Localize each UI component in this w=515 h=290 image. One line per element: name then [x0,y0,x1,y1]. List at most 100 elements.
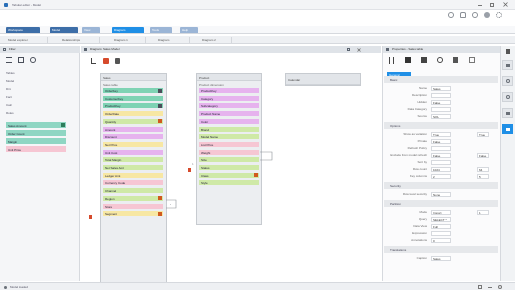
pin-icon[interactable] [115,58,120,64]
search-icon[interactable] [437,57,443,63]
sort-icon[interactable] [389,57,394,64]
doc-tab-diagram[interactable]: Diagram [156,37,190,43]
table-field[interactable]: List Price [199,141,259,147]
zoom-out-icon[interactable] [488,286,492,288]
measure-chip[interactable]: Margin [6,138,66,144]
tree-item[interactable]: Fact [6,95,12,101]
doc-tab-diagram-2[interactable]: Diagram 2 [200,37,232,43]
measure-chip[interactable]: Order Count [6,130,66,136]
table-field[interactable]: Total Margin [103,157,163,163]
ribbon-tab-workspace[interactable]: Workspace [6,27,40,33]
add-table-icon[interactable] [103,58,109,64]
property-value-field[interactable]: Sales [431,85,451,91]
tree-item[interactable]: Dim [6,87,11,93]
ribbon-tab-tools[interactable]: Tools [150,27,172,33]
property-value-field[interactable]: SQL [431,113,451,119]
property-section-header[interactable]: Translations [384,246,498,253]
table-field[interactable]: CustomerKey [103,95,163,101]
table-field[interactable]: Segment [103,211,163,217]
tree-item[interactable]: Calc [6,103,12,109]
grid-icon[interactable] [478,285,482,289]
measure-chip[interactable]: Unit Price [6,146,66,152]
ribbon-tab-help[interactable]: Help [180,27,198,33]
table-field[interactable]: Region [103,195,163,201]
help-icon[interactable] [472,12,478,18]
rail-button-search[interactable] [502,76,513,86]
property-value-field[interactable]: False [431,99,451,105]
table-field[interactable]: Net Price [103,141,163,147]
measure-chip[interactable]: Sales Amount [6,122,66,128]
property-value-field[interactable]: True [431,131,451,137]
table-node-calendar[interactable]: Calendar [285,73,361,86]
person-icon[interactable] [448,12,454,18]
ribbon-tab-view[interactable]: View [82,27,100,33]
category-icon[interactable] [405,57,411,63]
gear-icon[interactable] [496,12,502,18]
zoom-in-icon[interactable] [498,285,502,289]
rail-button-help[interactable] [502,92,513,102]
property-section-header[interactable]: Partition [384,200,498,207]
table-field[interactable]: ProductKey [103,103,163,109]
list-icon[interactable] [6,57,12,63]
property-value-field[interactable]: 1024 [431,166,451,172]
property-value-field[interactable] [431,106,451,112]
property-value-field[interactable]: 1 [477,209,489,215]
rail-button-properties[interactable] [502,60,513,70]
table-field[interactable]: Amount [103,126,163,132]
rail-button-diagram[interactable] [502,124,513,134]
property-value-field[interactable] [431,145,451,151]
bell-icon[interactable] [460,12,466,18]
filter-icon[interactable] [3,48,6,51]
property-value-field[interactable]: Sales [431,255,451,261]
property-value-field[interactable]: 2 [431,173,451,179]
table-field[interactable]: Channel [103,188,163,194]
property-value-field[interactable]: False [431,138,451,144]
table-field[interactable]: Color [199,118,259,124]
table-field[interactable]: Store [103,203,163,209]
ribbon-tab-model[interactable]: Model [50,27,78,33]
tree-item[interactable]: Roles [6,111,14,117]
table-field[interactable]: OrderKey [103,88,163,93]
table-field[interactable]: Category [199,95,259,101]
table-field[interactable]: Quantity [103,118,163,124]
property-value-field[interactable] [431,92,451,98]
table-field[interactable]: Brand [199,126,259,132]
property-section-header[interactable]: Options [384,122,498,129]
pin-icon[interactable] [347,48,350,51]
table-field[interactable]: Product Name [199,111,259,117]
pin-icon[interactable] [506,49,510,54]
expand-icon[interactable] [18,57,24,63]
filter-icon[interactable] [421,57,427,63]
table-field[interactable]: Subcategory [199,103,259,109]
property-value-field[interactable]: False [477,152,489,158]
doc-tab-diagram-1[interactable]: Diagram 1 [112,37,146,43]
table-field[interactable]: Model Name [199,134,259,140]
property-value-field[interactable]: 5 [477,173,489,179]
property-value-field[interactable]: 0 [431,237,451,243]
doc-tab-model-explorer[interactable]: Model explorer [6,37,48,43]
property-value-field[interactable]: None [431,191,451,197]
table-field[interactable]: Unit Cost [103,149,163,155]
table-field[interactable]: Ledger Amt [103,172,163,178]
rail-button-tag[interactable] [502,108,513,118]
property-value-field[interactable]: True [477,131,489,137]
user-icon[interactable] [484,12,490,18]
property-value-field[interactable]: 64 [477,166,489,172]
collapse-icon[interactable] [30,57,36,63]
cursor-icon[interactable] [91,58,96,64]
doc-tab-relationships[interactable]: Relationships [60,37,100,43]
more-icon[interactable] [469,57,475,63]
property-value-field[interactable]: Full [431,223,451,229]
property-value-field[interactable] [431,230,451,236]
table-field[interactable]: Discount [103,134,163,140]
table-field[interactable]: Currency Code [103,180,163,186]
pin-icon[interactable] [453,57,458,63]
property-value-field[interactable] [431,159,451,165]
property-section-header[interactable]: Security [384,182,498,189]
table-field[interactable]: Net Sales Amt [103,165,163,170]
minimize-icon[interactable] [478,5,482,6]
property-value-field[interactable]: False [431,152,451,158]
table-field[interactable]: ProductKey [199,88,259,93]
property-value-field[interactable]: SELECT * [431,216,451,222]
tree-item[interactable]: Model [6,79,14,85]
